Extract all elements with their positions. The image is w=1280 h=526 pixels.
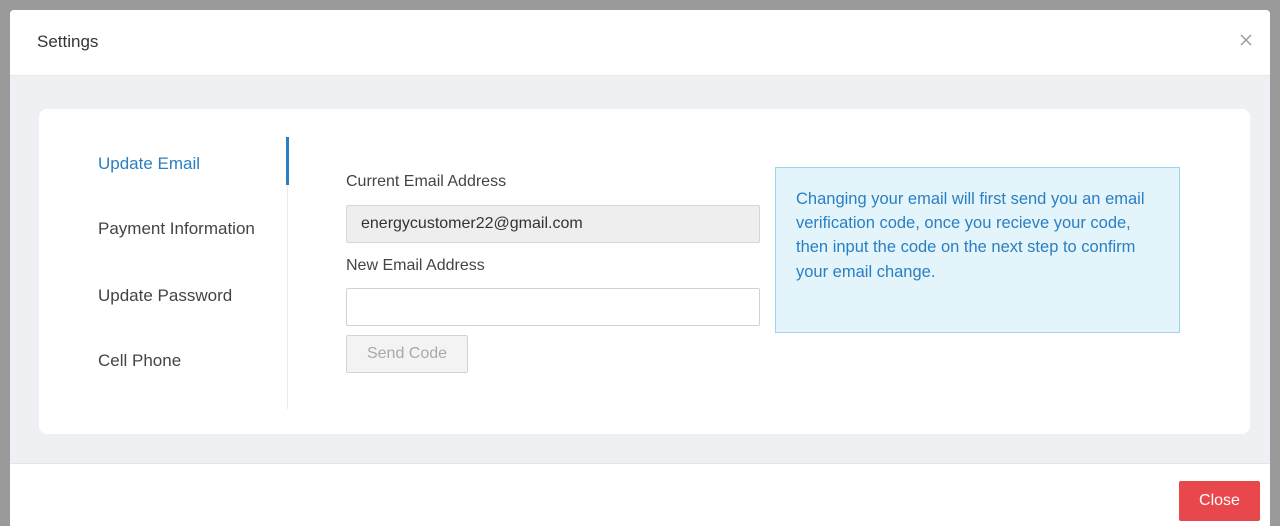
sidebar-item-payment-information[interactable]: Payment Information xyxy=(98,219,255,239)
new-email-label: New Email Address xyxy=(346,257,485,274)
sidebar-item-update-password[interactable]: Update Password xyxy=(98,286,232,306)
new-email-field[interactable] xyxy=(346,288,760,326)
settings-card: Update Email Payment Information Update … xyxy=(39,109,1250,434)
modal-header: Settings xyxy=(10,10,1270,76)
modal-footer: Close xyxy=(10,464,1270,526)
modal-title: Settings xyxy=(37,32,99,51)
current-email-label: Current Email Address xyxy=(346,173,507,190)
close-icon[interactable] xyxy=(1236,30,1256,50)
update-email-form: Current Email Address New Email Address … xyxy=(346,109,766,434)
sidebar-item-cell-phone[interactable]: Cell Phone xyxy=(98,351,181,371)
info-message: Changing your email will first send you … xyxy=(775,167,1180,333)
sidebar-item-update-email[interactable]: Update Email xyxy=(98,154,200,174)
close-button[interactable]: Close xyxy=(1179,481,1260,521)
send-code-button[interactable]: Send Code xyxy=(346,335,468,373)
modal-body: Update Email Payment Information Update … xyxy=(10,76,1270,464)
settings-side-nav: Update Email Payment Information Update … xyxy=(39,109,319,434)
nav-active-indicator xyxy=(286,137,289,185)
current-email-field xyxy=(346,205,760,243)
settings-modal: Settings Update Email Payment Informatio… xyxy=(10,10,1270,526)
